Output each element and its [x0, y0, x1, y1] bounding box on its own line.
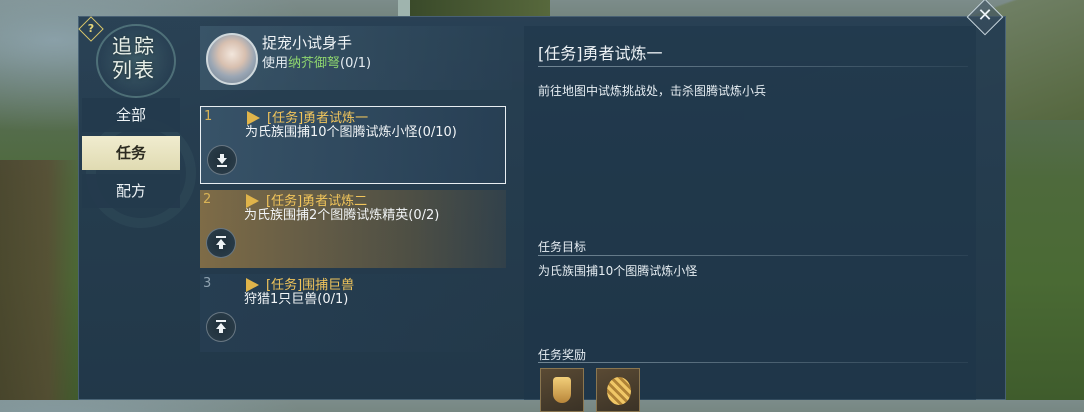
quest-item[interactable]: 3 [任务]围捕巨兽 狩猎1只巨兽(0/1)	[200, 274, 506, 352]
tracking-list-emblem: 追踪列表	[96, 24, 176, 98]
tracked-task-header[interactable]: 捉宠小试身手 使用纳芥御弩(0/1)	[200, 26, 512, 90]
tab-all[interactable]: 全部	[82, 98, 180, 132]
arrow-up-icon	[216, 320, 226, 333]
tracked-sub-item: 纳芥御弩	[288, 56, 341, 71]
tab-quests[interactable]: 任务	[82, 136, 180, 170]
tab-recipes[interactable]: 配方	[82, 174, 180, 208]
quest-marker-icon	[246, 278, 259, 292]
background-fence	[0, 160, 80, 400]
detail-title: [任务]勇者试炼一	[538, 44, 663, 63]
bell-icon	[553, 377, 571, 403]
goal-text: 为氏族围捕10个图腾试炼小怪	[538, 264, 698, 278]
move-down-button[interactable]	[207, 145, 237, 175]
quest-description: 狩猎1只巨兽(0/1)	[244, 292, 349, 307]
quest-item[interactable]: 1 [任务]勇者试炼一 为氏族围捕10个图腾试炼小怪(0/10)	[200, 106, 506, 184]
background-pole	[398, 0, 410, 16]
detail-description: 前往地图中试炼挑战处，击杀图腾试炼小兵	[538, 84, 767, 98]
background-tree	[410, 0, 550, 16]
tracked-task-title: 捉宠小试身手	[262, 34, 353, 52]
arrow-down-icon	[217, 154, 227, 167]
reward-slot-shield[interactable]	[596, 368, 640, 412]
quest-number: 1	[204, 109, 213, 124]
emblem-title: 追踪列表	[112, 34, 156, 82]
divider	[538, 255, 968, 256]
tab-decoration	[86, 118, 196, 228]
quest-detail-pane: [任务]勇者试炼一 前往地图中试炼挑战处，击杀图腾试炼小兵 任务目标 为氏族围捕…	[524, 26, 976, 412]
quest-item[interactable]: 2 [任务]勇者试炼二 为氏族围捕2个图腾试炼精英(0/2)	[200, 190, 506, 268]
reward-slot-bell[interactable]	[540, 368, 584, 412]
tracked-sub-count: (0/1)	[340, 56, 372, 71]
tracked-sub-prefix: 使用	[262, 56, 289, 71]
divider	[538, 66, 968, 67]
quest-number: 3	[203, 276, 212, 291]
quest-marker-icon	[247, 111, 260, 125]
reward-heading: 任务奖励	[538, 348, 587, 362]
quest-description: 为氏族围捕2个图腾试炼精英(0/2)	[244, 208, 440, 223]
quest-marker-icon	[246, 194, 259, 208]
divider	[538, 362, 968, 363]
close-glyph: ✕	[977, 5, 993, 26]
arrow-up-icon	[216, 236, 226, 249]
npc-avatar	[206, 33, 258, 85]
quest-description: 为氏族围捕10个图腾试炼小怪(0/10)	[245, 125, 457, 140]
move-up-button[interactable]	[206, 312, 236, 342]
move-up-button[interactable]	[206, 228, 236, 258]
tracked-task-subtitle: 使用纳芥御弩(0/1)	[262, 52, 371, 71]
shield-icon	[607, 377, 631, 405]
quest-number: 2	[203, 192, 212, 207]
goal-heading: 任务目标	[538, 240, 587, 254]
